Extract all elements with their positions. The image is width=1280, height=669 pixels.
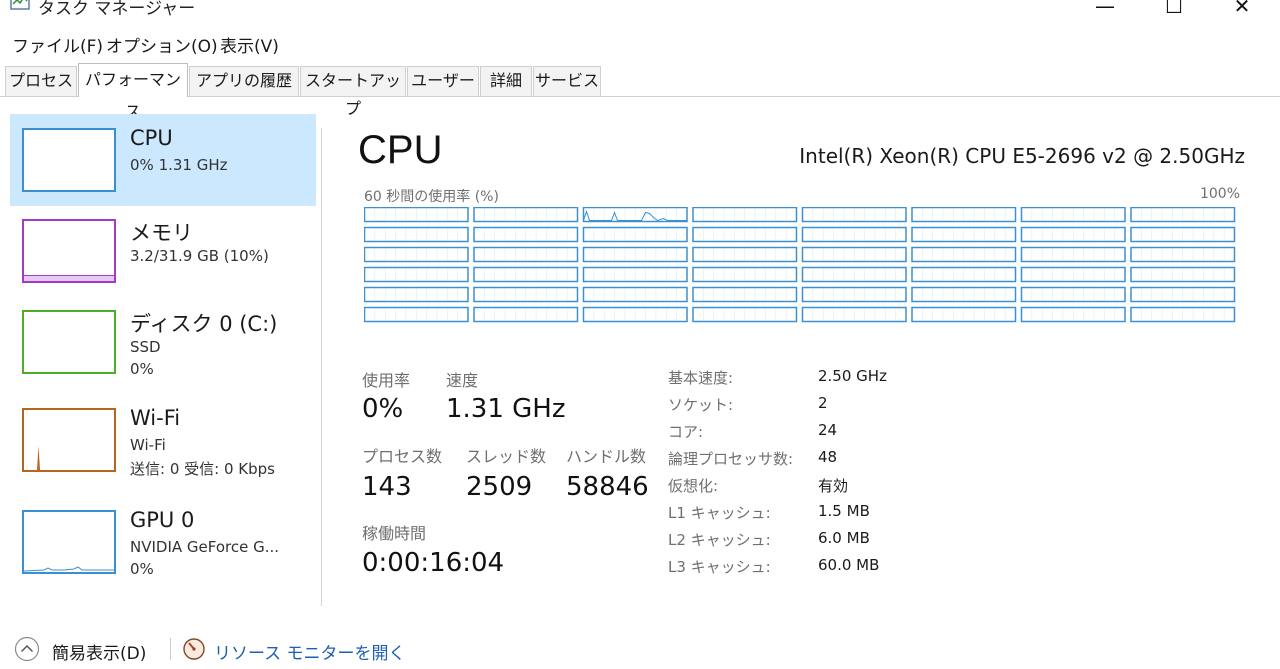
sidebar-item-wifi[interactable]: Wi-Fi Wi-Fi 送信: 0 受信: 0 Kbps	[10, 394, 316, 486]
cpu-model-name: Intel(R) Xeon(R) CPU E5-2696 v2 @ 2.50GH…	[799, 144, 1245, 168]
sidebar-item-gpu[interactable]: GPU 0 NVIDIA GeForce G... 0%	[10, 496, 316, 588]
tab-services[interactable]: サービス	[533, 66, 601, 96]
spec-label-base-speed: 基本速度:	[668, 369, 734, 387]
processes-label: プロセス数	[362, 447, 443, 466]
tab-users[interactable]: ユーザー	[407, 66, 479, 96]
chevron-up-icon	[14, 636, 40, 662]
tab-performance[interactable]: パフォーマンス	[78, 63, 188, 121]
logical-processor-graphs	[364, 207, 1236, 323]
sidebar-item-detail: SSD	[130, 338, 161, 356]
sidebar-item-detail: NVIDIA GeForce G...	[130, 538, 280, 556]
sidebar-item-detail: Wi-Fi	[130, 436, 166, 454]
sidebar-item-detail: 0%	[130, 560, 154, 578]
spec-value-logical-processors: 48	[818, 448, 838, 466]
graph-caption: 60 秒間の使用率 (%)	[364, 189, 499, 205]
spec-label-cores: コア:	[668, 423, 704, 441]
menu-view[interactable]: 表示(V)	[220, 32, 279, 57]
speed-value: 1.31 GHz	[446, 394, 566, 424]
maximize-button[interactable]: ☐	[1154, 0, 1194, 18]
fewer-details-link[interactable]: 簡易表示(D)	[52, 639, 146, 664]
spec-value-cores: 24	[818, 421, 838, 439]
disk-thumbnail-graph	[22, 310, 116, 374]
menu-options[interactable]: オプション(O)	[106, 32, 218, 57]
minimize-button[interactable]: —	[1085, 0, 1125, 18]
sidebar-item-title: GPU 0	[130, 508, 195, 532]
sidebar-item-disk[interactable]: ディスク 0 (C:) SSD 0%	[10, 296, 316, 388]
sidebar-item-title: メモリ	[130, 221, 193, 245]
resource-monitor-link[interactable]: リソース モニターを開く	[214, 639, 406, 664]
handles-value: 58846	[566, 472, 649, 502]
handles-label: ハンドル数	[566, 447, 647, 466]
spec-label-l3-cache: L3 キャッシュ:	[668, 558, 771, 576]
tab-startup[interactable]: スタートアップ	[300, 66, 406, 118]
menu-file[interactable]: ファイル(F)	[12, 32, 103, 57]
wifi-thumbnail-graph	[22, 408, 116, 472]
sidebar-item-detail: 送信: 0 受信: 0 Kbps	[130, 460, 275, 478]
task-manager-icon	[10, 0, 30, 10]
speed-label: 速度	[446, 371, 479, 390]
processes-value: 143	[362, 472, 412, 502]
spec-label-logical-processors: 論理プロセッサ数:	[668, 450, 794, 468]
close-button[interactable]: ✕	[1222, 0, 1262, 18]
sidebar-item-detail: 0% 1.31 GHz	[130, 156, 228, 174]
tab-app-history[interactable]: アプリの履歴	[189, 66, 299, 96]
spec-value-l3-cache: 60.0 MB	[818, 556, 880, 574]
title-bar: タスク マネージャー — ☐ ✕	[0, 0, 1280, 26]
spec-value-l1-cache: 1.5 MB	[818, 502, 870, 520]
fewer-details-toggle[interactable]	[14, 636, 40, 662]
resource-monitor-icon[interactable]	[182, 637, 206, 661]
spec-label-l1-cache: L1 キャッシュ:	[668, 504, 771, 522]
spec-label-l2-cache: L2 キャッシュ:	[668, 531, 771, 549]
spec-value-sockets: 2	[818, 394, 828, 412]
usage-value: 0%	[362, 394, 404, 424]
cpu-thumbnail-graph	[22, 128, 116, 192]
spec-label-virtualization: 仮想化:	[668, 477, 719, 495]
threads-label: スレッド数	[466, 447, 547, 466]
threads-value: 2509	[466, 472, 533, 502]
tab-details[interactable]: 詳細	[480, 66, 532, 96]
footer-divider	[170, 638, 171, 660]
graph-max-label: 100%	[1199, 186, 1240, 202]
usage-label: 使用率	[362, 371, 411, 390]
sidebar-item-detail: 3.2/31.9 GB (10%)	[130, 247, 269, 265]
spec-value-virtualization: 有効	[818, 477, 849, 495]
sidebar-item-title: Wi-Fi	[130, 406, 181, 430]
window-title: タスク マネージャー	[38, 0, 196, 19]
sidebar-item-cpu[interactable]: CPU 0% 1.31 GHz	[10, 114, 316, 206]
sidebar-item-detail: 0%	[130, 360, 154, 378]
sidebar-item-title: ディスク 0 (C:)	[130, 312, 278, 336]
tab-processes[interactable]: プロセス	[5, 66, 77, 96]
page-title: CPU	[358, 128, 443, 172]
gpu-thumbnail-graph	[22, 510, 116, 574]
sidebar-divider	[321, 128, 322, 606]
uptime-label: 稼働時間	[362, 524, 427, 543]
memory-thumbnail-graph	[22, 219, 116, 283]
spec-value-l2-cache: 6.0 MB	[818, 529, 870, 547]
uptime-value: 0:00:16:04	[362, 548, 505, 578]
spec-label-sockets: ソケット:	[668, 396, 734, 414]
sidebar-item-memory[interactable]: メモリ 3.2/31.9 GB (10%)	[10, 205, 316, 297]
sidebar-item-title: CPU	[130, 126, 173, 150]
spec-value-base-speed: 2.50 GHz	[818, 367, 887, 385]
